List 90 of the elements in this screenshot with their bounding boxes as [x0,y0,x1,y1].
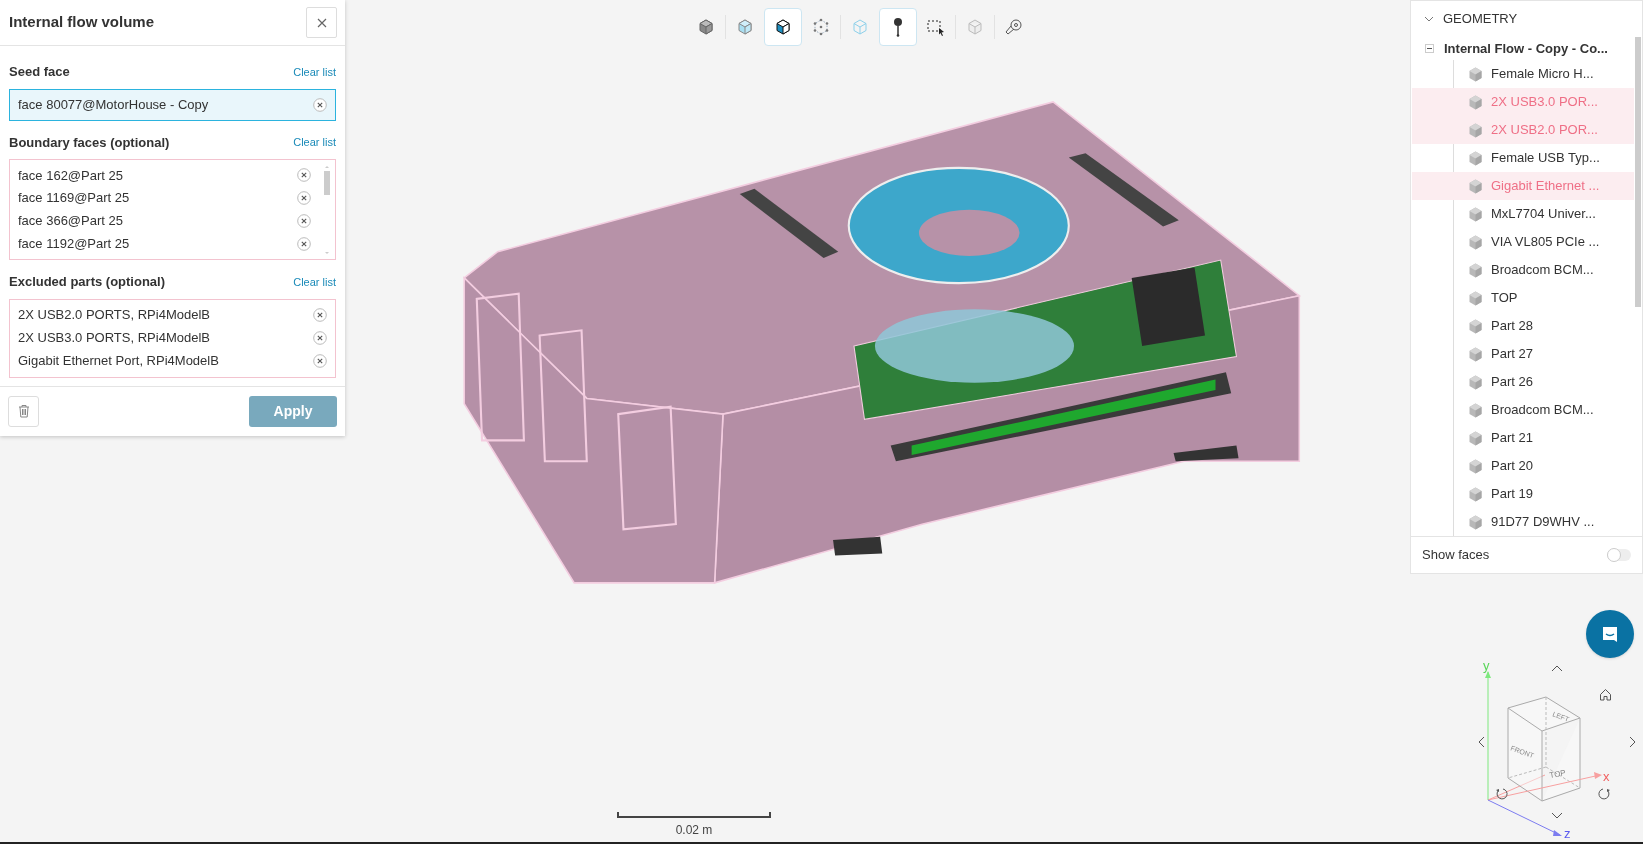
axis-label: x [1603,769,1610,784]
face-item: face 80077@MotorHouse - Copy [18,95,209,114]
chat-button[interactable] [1586,610,1634,658]
clear-list-link[interactable]: Clear list [293,273,336,290]
part-cube-icon [1468,402,1483,418]
part-cube-icon [1468,290,1483,306]
face-item: face 162@Part 25 [18,166,123,185]
view-mode-button[interactable] [879,8,917,46]
chevron-icon[interactable] [1424,16,1434,22]
panel-title: Internal flow volume [9,12,155,33]
tree-item[interactable]: Part 19 [1412,480,1634,508]
part-cube-icon [1468,374,1483,390]
wireframe-cube-icon [850,17,870,37]
section-title: GEOMETRY [1443,10,1518,29]
section-label: Seed face [9,63,70,81]
excluded-parts-list[interactable]: 2X USB2.0 PORTS, RPi4ModelB 2X USB3.0 PORTS, RPi4ModelB Gigabit Ethernet Port, RPi4ModelB [9,298,336,378]
tree-item[interactable]: Part 20 [1412,452,1634,480]
tree-item[interactable]: VIA VL805 PCIe ... [1412,228,1634,256]
scale-label: 0.02 m [675,822,713,839]
remove-icon[interactable] [297,236,311,251]
part-cube-icon [1468,458,1483,474]
show-faces-label: Show faces [1422,546,1490,565]
collapse-icon[interactable] [1425,44,1434,53]
tree-item[interactable]: Broadcom BCM... [1412,256,1634,284]
part-cube-icon [1468,150,1483,166]
remove-icon[interactable] [313,97,327,112]
remove-icon[interactable] [313,308,327,322]
section-label: Excluded parts (optional) [9,273,165,291]
tree-item[interactable]: Female Micro H... [1412,60,1634,88]
trash-icon [17,404,30,418]
part-cube-icon [1468,346,1483,362]
section-label: Boundary faces (optional) [9,133,170,152]
rotate-down-icon[interactable] [1551,812,1563,820]
part-cube-icon [1468,178,1483,194]
part-cube-icon [1468,206,1483,222]
scrollbar[interactable] [323,164,331,256]
boundary-faces-list[interactable]: face 162@Part 25 face 1169@Part 25 face 366@Part 25 face 1192@Part 25 [9,159,336,260]
solid-cube-icon [696,17,716,37]
home-icon[interactable] [1599,688,1612,701]
faded-cube-icon [965,17,985,37]
show-faces-toggle[interactable] [1607,549,1631,561]
clear-list-link[interactable]: Clear list [293,134,336,151]
part-cube-icon [1468,514,1483,530]
rotate-cw-icon[interactable] [1597,787,1611,801]
rotate-ccw-icon[interactable] [1495,787,1509,801]
part-cube-icon [1468,262,1483,278]
part-cube-icon [1468,122,1483,138]
tree-item[interactable]: Female USB Typ... [1412,144,1634,172]
remove-icon[interactable] [297,168,311,183]
tree-root-item[interactable]: Internal Flow - Copy - Co... [1444,38,1608,59]
part-item: Gigabit Ethernet Port, RPi4ModelB [18,352,219,371]
face-item: face 1192@Part 25 [18,234,130,253]
cube-vertices-icon [811,17,831,37]
delete-button[interactable] [8,395,39,427]
rotate-up-icon[interactable] [1551,664,1563,672]
tree-item[interactable]: Broadcom BCM... [1412,396,1634,424]
cube-icon [773,17,793,37]
part-item: 2X USB2.0 PORTS, RPi4ModelB [18,306,210,325]
rotate-right-icon[interactable] [1629,736,1637,748]
part-cube-icon [1468,486,1483,502]
seed-face-field[interactable]: face 80077@MotorHouse - Copy [9,88,336,121]
view-mode-button[interactable] [764,8,802,46]
face-item: face 366@Part 25 [18,212,123,231]
tree-item[interactable]: 91D77 D9WHV ... [1412,508,1634,536]
tree-item[interactable]: Part 26 [1412,368,1634,396]
part-cube-icon [1468,66,1483,82]
clear-list-link[interactable]: Clear list [293,63,336,80]
part-cube-icon [1468,94,1483,110]
tape-measure-icon [1004,17,1024,37]
tree-item[interactable]: Part 21 [1412,424,1634,452]
tree-item[interactable]: Part 27 [1412,340,1634,368]
transparent-cube-icon [735,17,755,37]
part-cube-icon [1468,234,1483,250]
remove-icon[interactable] [313,354,327,368]
axis-label: y [1483,660,1490,673]
tree-item[interactable]: MxL7704 Univer... [1412,200,1634,228]
rotate-left-icon[interactable] [1477,736,1485,748]
tree-item[interactable]: TOP [1412,284,1634,312]
axis-label: z [1564,826,1571,840]
part-item: 2X USB3.0 PORTS, RPi4ModelB [18,329,210,348]
face-item: face 1169@Part 25 [18,189,130,208]
part-cube-icon [1468,430,1483,446]
remove-icon[interactable] [297,191,311,206]
part-cube-icon [1468,318,1483,334]
close-icon [316,17,327,28]
remove-icon[interactable] [313,331,327,345]
remove-icon[interactable] [297,213,311,228]
box-select-icon [926,17,946,37]
chat-bubble-icon [1600,624,1620,644]
tree-item[interactable]: Part 28 [1412,312,1634,340]
